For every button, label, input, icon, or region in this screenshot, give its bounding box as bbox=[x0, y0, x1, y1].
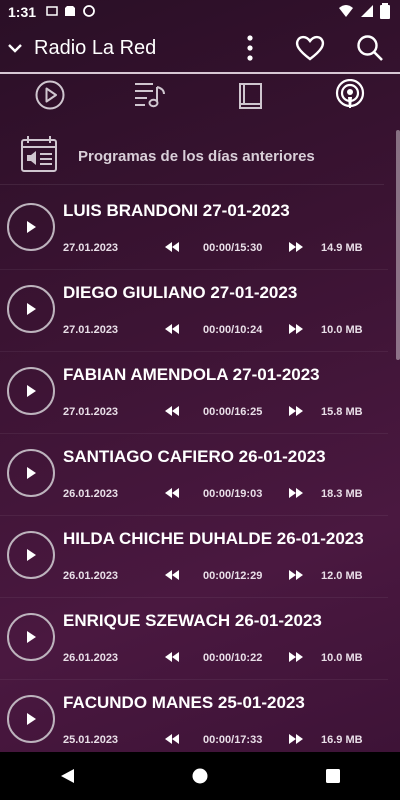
tab-library[interactable] bbox=[200, 74, 300, 120]
episode-item[interactable]: FACUNDO MANES 25-01-2023 25.01.2023 00:0… bbox=[0, 680, 388, 762]
rewind-icon[interactable] bbox=[165, 570, 179, 583]
play-button[interactable] bbox=[7, 531, 55, 579]
episode-time: 00:00/10:22 bbox=[203, 652, 263, 664]
episode-meta: 26.01.2023 00:00/12:29 12.0 MB bbox=[63, 570, 373, 586]
episode-size: 18.3 MB bbox=[321, 488, 363, 500]
episode-date: 26.01.2023 bbox=[63, 488, 119, 500]
tab-live[interactable] bbox=[0, 74, 100, 120]
episode-time: 00:00/12:29 bbox=[203, 570, 263, 582]
episode-item[interactable]: SANTIAGO CAFIERO 26-01-2023 26.01.2023 0… bbox=[0, 434, 388, 516]
episode-title: ENRIQUE SZEWACH 26-01-2023 bbox=[63, 611, 322, 630]
episode-date: 26.01.2023 bbox=[63, 570, 119, 582]
episode-item[interactable]: DIEGO GIULIANO 27-01-2023 27.01.2023 00:… bbox=[0, 270, 388, 352]
play-button[interactable] bbox=[7, 367, 55, 415]
section-header: Programas de los días anteriores bbox=[0, 128, 384, 185]
play-circle-icon bbox=[34, 79, 66, 116]
system-nav-bar bbox=[0, 752, 400, 800]
rewind-icon[interactable] bbox=[165, 242, 179, 255]
episode-meta: 27.01.2023 00:00/15:30 14.9 MB bbox=[63, 242, 373, 258]
episode-title: FABIAN AMENDOLA 27-01-2023 bbox=[63, 365, 320, 384]
podcast-icon bbox=[334, 78, 366, 116]
signal-icon bbox=[360, 4, 374, 21]
episode-meta: 25.01.2023 00:00/17:33 16.9 MB bbox=[63, 734, 373, 750]
calendar-audio-icon bbox=[20, 134, 60, 179]
search-icon[interactable] bbox=[340, 24, 400, 72]
episode-size: 14.9 MB bbox=[321, 242, 363, 254]
app-bar: Radio La Red bbox=[0, 24, 400, 72]
episode-time: 00:00/19:03 bbox=[203, 488, 263, 500]
play-button[interactable] bbox=[7, 203, 55, 251]
fast-forward-icon[interactable] bbox=[289, 734, 303, 747]
play-button[interactable] bbox=[7, 695, 55, 743]
playlist-music-icon bbox=[133, 80, 167, 115]
rewind-icon[interactable] bbox=[165, 324, 179, 337]
episode-title: LUIS BRANDONI 27-01-2023 bbox=[63, 201, 290, 220]
play-button[interactable] bbox=[7, 613, 55, 661]
play-button[interactable] bbox=[7, 285, 55, 333]
tab-playlist[interactable] bbox=[100, 74, 200, 120]
app-title: Radio La Red bbox=[34, 36, 157, 59]
episode-size: 15.8 MB bbox=[321, 406, 363, 418]
episode-time: 00:00/15:30 bbox=[203, 242, 263, 254]
wifi-icon bbox=[338, 3, 354, 22]
sync-icon bbox=[82, 4, 96, 21]
episode-title: HILDA CHICHE DUHALDE 26-01-2023 bbox=[63, 529, 364, 548]
status-bar: 1:31 bbox=[0, 0, 400, 24]
tab-podcasts[interactable] bbox=[300, 74, 400, 120]
episode-title: DIEGO GIULIANO 27-01-2023 bbox=[63, 283, 298, 302]
episode-title: SANTIAGO CAFIERO 26-01-2023 bbox=[63, 447, 326, 466]
rewind-icon[interactable] bbox=[165, 488, 179, 501]
episode-date: 27.01.2023 bbox=[63, 242, 119, 254]
fast-forward-icon[interactable] bbox=[289, 324, 303, 337]
episode-date: 27.01.2023 bbox=[63, 406, 119, 418]
episode-time: 00:00/17:33 bbox=[203, 734, 263, 746]
episode-size: 12.0 MB bbox=[321, 570, 363, 582]
heart-icon[interactable] bbox=[280, 24, 340, 72]
tab-bar bbox=[0, 74, 400, 120]
episode-date: 27.01.2023 bbox=[63, 324, 119, 336]
episode-item[interactable]: HILDA CHICHE DUHALDE 26-01-2023 26.01.20… bbox=[0, 516, 388, 598]
episode-list: LUIS BRANDONI 27-01-2023 27.01.2023 00:0… bbox=[0, 188, 388, 762]
battery-icon bbox=[380, 3, 390, 22]
episode-item[interactable]: ENRIQUE SZEWACH 26-01-2023 26.01.2023 00… bbox=[0, 598, 388, 680]
rewind-icon[interactable] bbox=[165, 652, 179, 665]
episode-item[interactable]: LUIS BRANDONI 27-01-2023 27.01.2023 00:0… bbox=[0, 188, 388, 270]
episode-time: 00:00/10:24 bbox=[203, 324, 263, 336]
play-button[interactable] bbox=[7, 449, 55, 497]
recents-icon[interactable] bbox=[303, 752, 363, 800]
section-title: Programas de los días anteriores bbox=[78, 147, 315, 165]
episode-date: 25.01.2023 bbox=[63, 734, 119, 746]
episode-meta: 27.01.2023 00:00/16:25 15.8 MB bbox=[63, 406, 373, 422]
more-vert-icon[interactable] bbox=[220, 24, 280, 72]
back-icon[interactable] bbox=[37, 752, 97, 800]
rewind-icon[interactable] bbox=[165, 734, 179, 747]
episode-size: 10.0 MB bbox=[321, 324, 363, 336]
home-icon[interactable] bbox=[170, 752, 230, 800]
rewind-icon[interactable] bbox=[165, 406, 179, 419]
episode-item[interactable]: FABIAN AMENDOLA 27-01-2023 27.01.2023 00… bbox=[0, 352, 388, 434]
fast-forward-icon[interactable] bbox=[289, 242, 303, 255]
episode-date: 26.01.2023 bbox=[63, 652, 119, 664]
episode-time: 00:00/16:25 bbox=[203, 406, 263, 418]
scrollbar[interactable] bbox=[396, 130, 400, 360]
episode-size: 10.0 MB bbox=[321, 652, 363, 664]
fast-forward-icon[interactable] bbox=[289, 652, 303, 665]
chevron-down-icon[interactable] bbox=[0, 24, 30, 72]
sd-card-icon bbox=[64, 4, 76, 20]
fast-forward-icon[interactable] bbox=[289, 570, 303, 583]
status-time: 1:31 bbox=[8, 4, 37, 20]
fast-forward-icon[interactable] bbox=[289, 488, 303, 501]
episode-title: FACUNDO MANES 25-01-2023 bbox=[63, 693, 305, 712]
episode-meta: 27.01.2023 00:00/10:24 10.0 MB bbox=[63, 324, 373, 340]
episode-meta: 26.01.2023 00:00/10:22 10.0 MB bbox=[63, 652, 373, 668]
book-icon bbox=[235, 80, 265, 115]
notification-icon bbox=[46, 4, 58, 20]
fast-forward-icon[interactable] bbox=[289, 406, 303, 419]
episode-meta: 26.01.2023 00:00/19:03 18.3 MB bbox=[63, 488, 373, 504]
episode-size: 16.9 MB bbox=[321, 734, 363, 746]
